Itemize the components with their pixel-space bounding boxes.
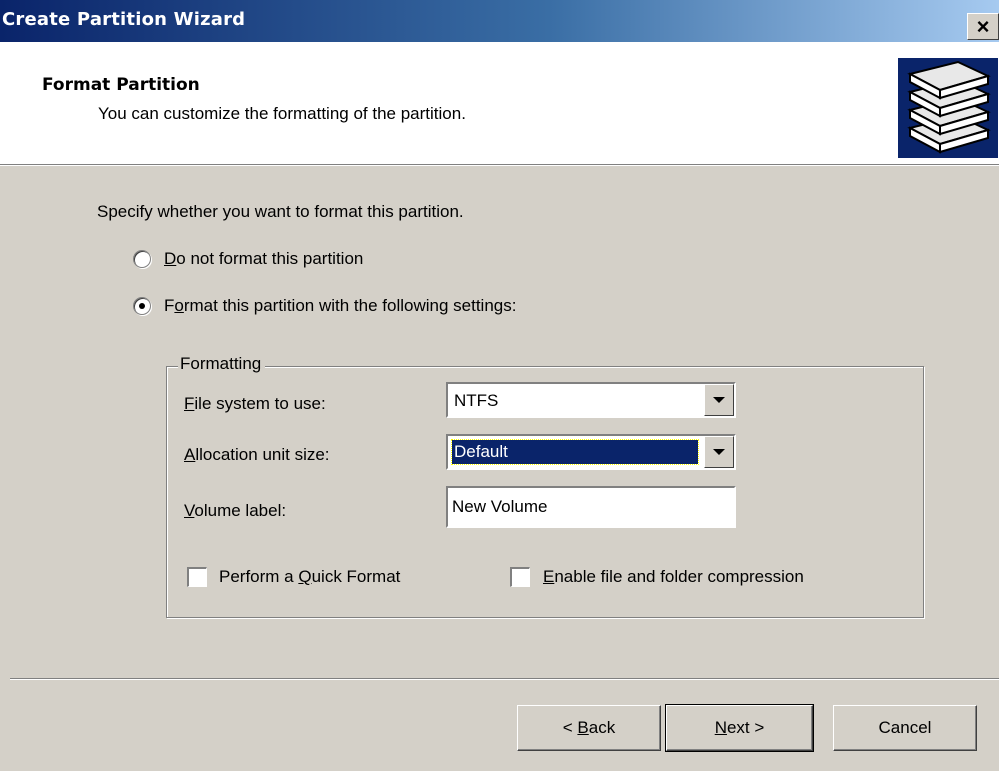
radio-do-not-format[interactable] [133, 250, 151, 268]
next-button[interactable]: Next > [665, 704, 814, 752]
allocation-unit-dropdown-button[interactable] [704, 436, 734, 468]
back-button[interactable]: < Back [517, 705, 661, 751]
file-system-label: File system to use: [184, 394, 326, 413]
chevron-down-icon [713, 449, 725, 455]
chevron-down-icon [713, 397, 725, 403]
header-separator [0, 165, 999, 166]
window-title: Create Partition Wizard [2, 9, 246, 30]
allocation-unit-label: Allocation unit size: [184, 445, 330, 464]
disk-stack-icon [898, 58, 998, 158]
allocation-unit-select[interactable]: Default [446, 434, 736, 470]
quick-format-label[interactable]: Perform a Quick Format [219, 567, 400, 587]
formatting-group-legend: Formatting [178, 354, 266, 374]
title-bar: Create Partition Wizard × [0, 0, 999, 42]
radio-do-not-format-label[interactable]: Do not format this partition [164, 249, 363, 269]
file-system-dropdown-button[interactable] [704, 384, 734, 416]
file-system-select[interactable]: NTFS [446, 382, 736, 418]
compression-label[interactable]: Enable file and folder compression [543, 567, 804, 587]
volume-label-input[interactable] [448, 488, 734, 526]
cancel-button[interactable]: Cancel [833, 705, 977, 751]
footer-separator-highlight [10, 679, 999, 680]
radio-selected-dot [139, 303, 145, 309]
page-subtitle: You can customize the formatting of the … [98, 104, 466, 123]
compression-checkbox[interactable] [510, 567, 530, 587]
volume-label-field[interactable] [446, 486, 736, 528]
instruction-text: Specify whether you want to format this … [97, 202, 464, 221]
file-system-value: NTFS [454, 391, 499, 410]
radio-format-partition[interactable] [133, 297, 151, 315]
quick-format-checkbox[interactable] [187, 567, 207, 587]
close-button[interactable]: × [967, 13, 999, 40]
radio-format-partition-label[interactable]: Format this partition with the following… [164, 296, 516, 316]
allocation-unit-value: Default [451, 439, 699, 465]
close-icon: × [976, 13, 990, 39]
page-title: Format Partition [42, 75, 200, 95]
volume-label-label: Volume label: [184, 501, 287, 520]
